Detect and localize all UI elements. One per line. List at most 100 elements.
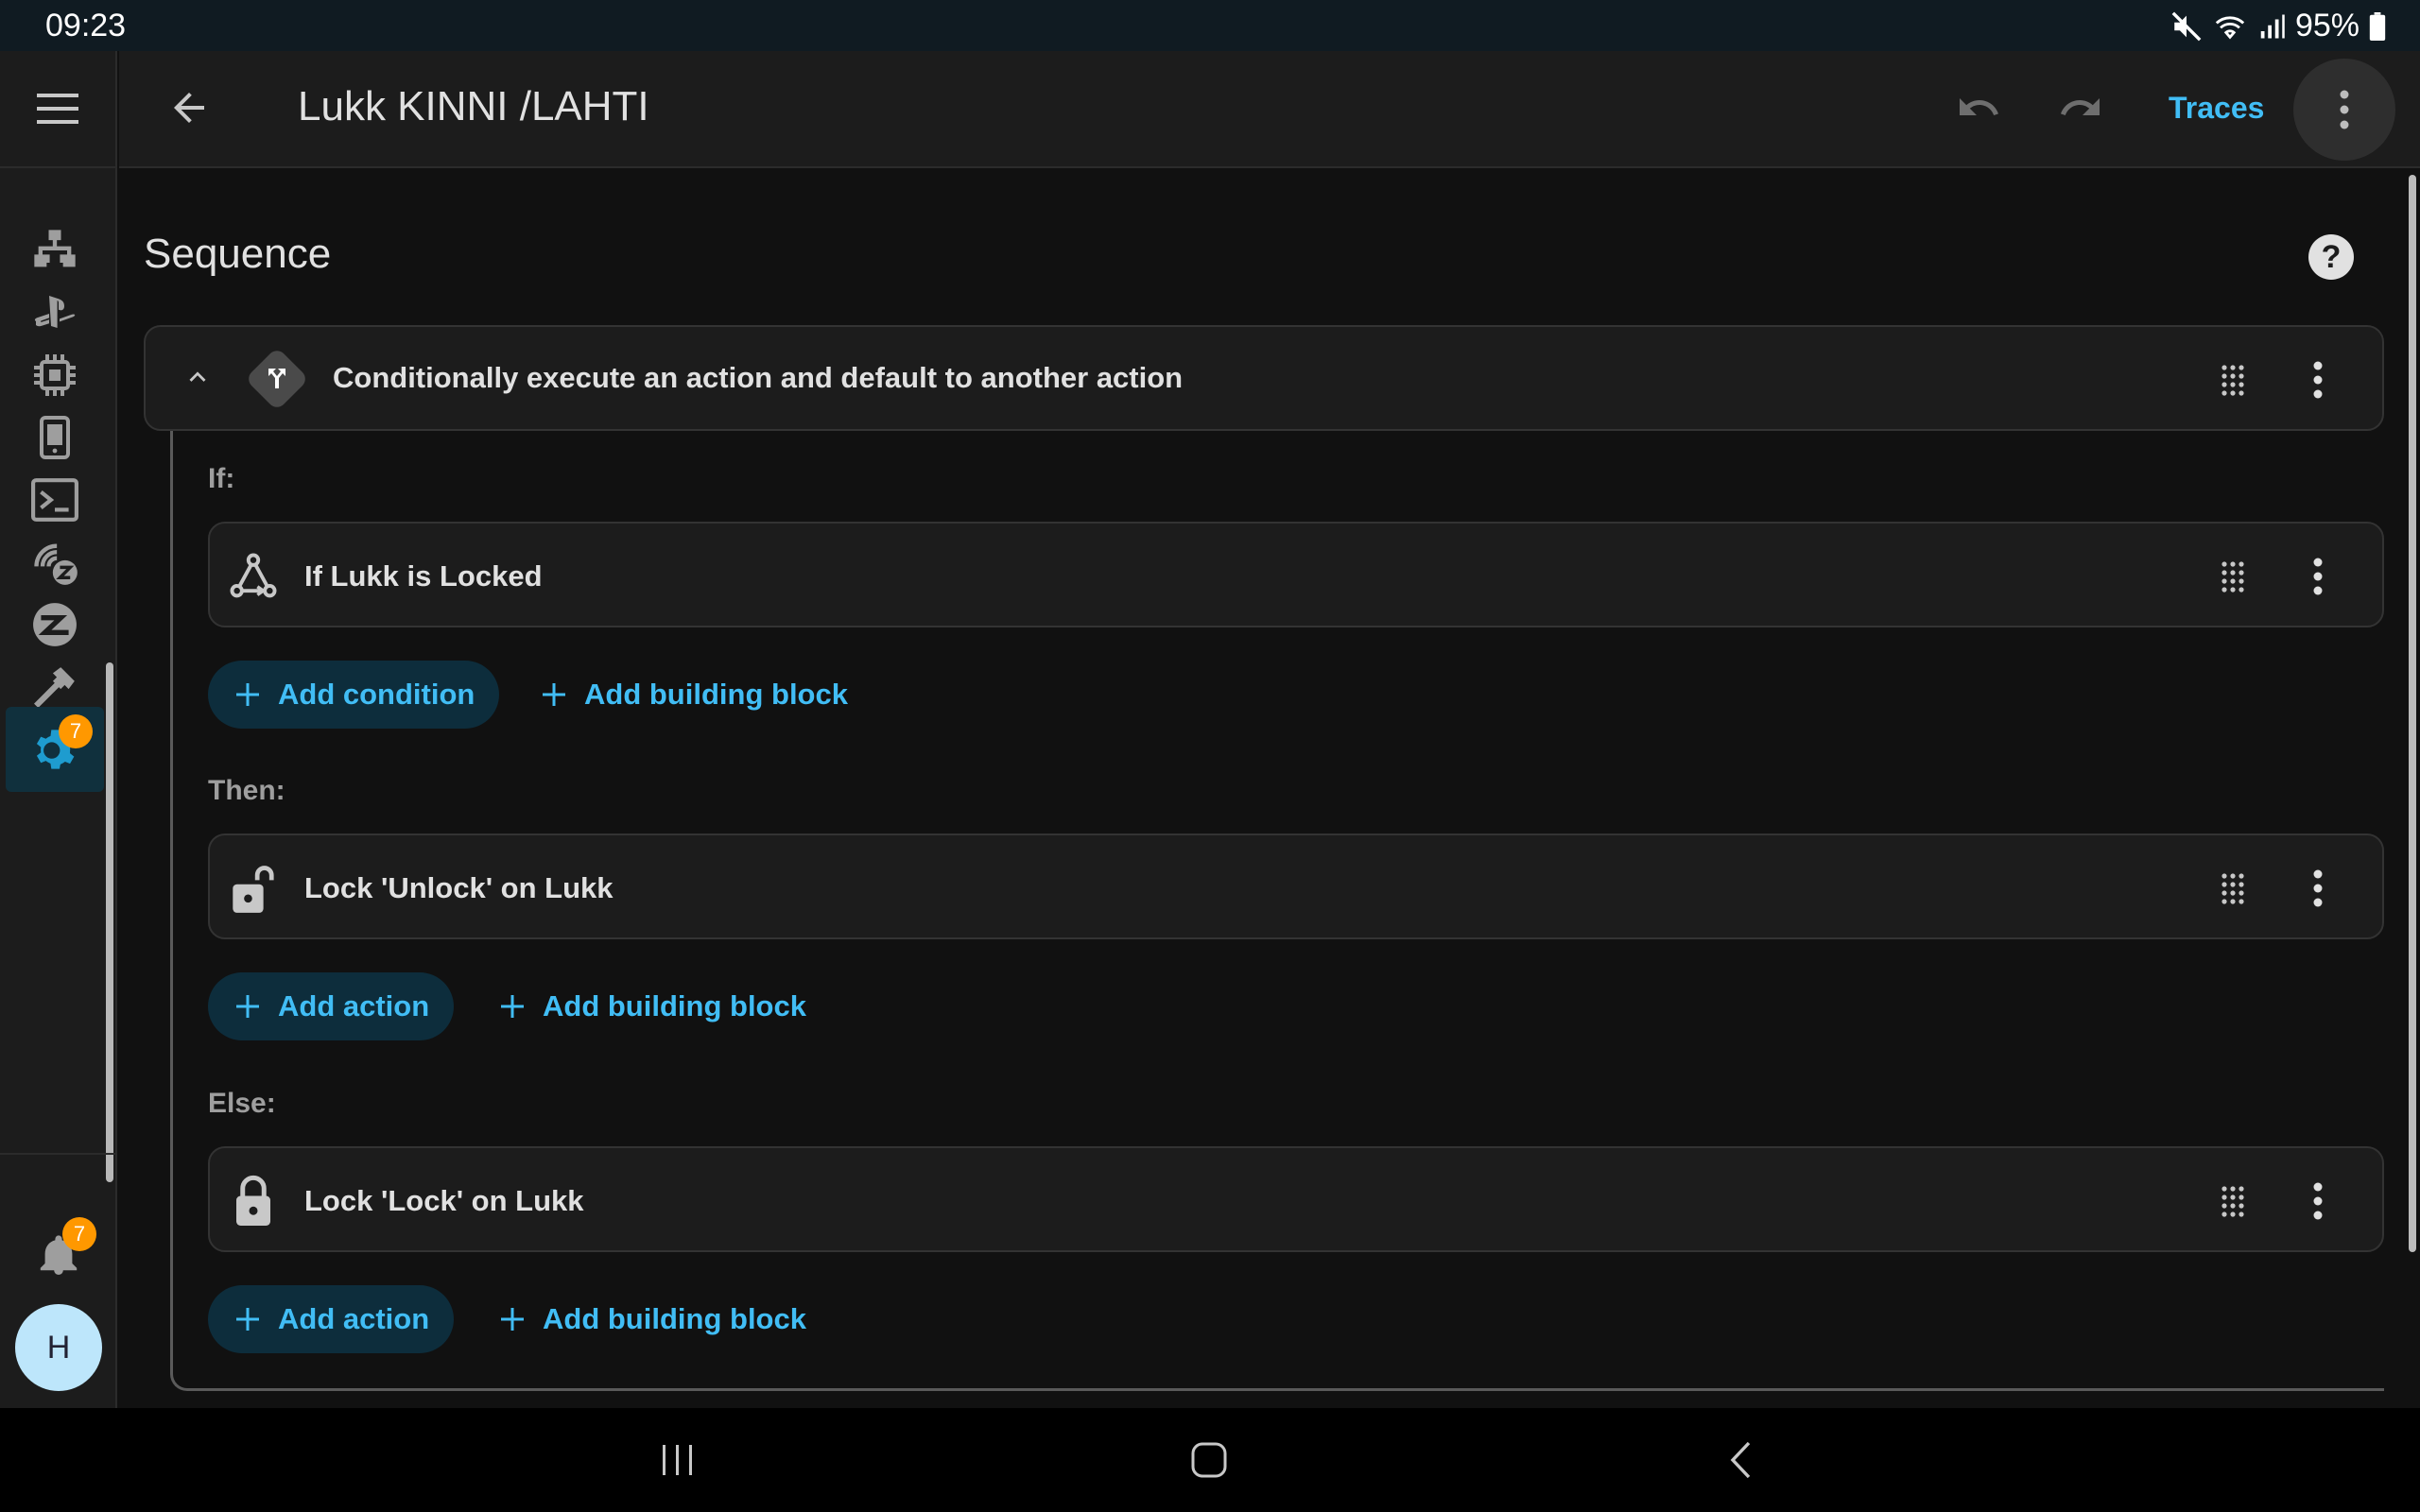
home-button[interactable] — [1176, 1429, 1242, 1491]
collapse-button[interactable] — [182, 361, 214, 398]
lock-icon — [236, 1175, 270, 1226]
action-icon — [231, 862, 280, 919]
terminal-icon — [31, 478, 78, 522]
plus-icon — [236, 995, 259, 1018]
if-label: If: — [208, 463, 235, 494]
overflow-menu-button[interactable] — [2293, 59, 2395, 161]
add-action-button[interactable]: Add action — [208, 972, 455, 1040]
wifi-icon — [2212, 10, 2248, 43]
sidebar-divider — [0, 1153, 117, 1155]
drag-icon — [2221, 365, 2244, 396]
playstation-icon — [34, 296, 76, 328]
section-title: Sequence — [144, 231, 332, 277]
action-label: Lock 'Lock' on Lukk — [304, 1184, 584, 1217]
drag-handle[interactable] — [2212, 1180, 2254, 1222]
menu-button[interactable] — [0, 51, 117, 168]
status-icons: 95% — [2170, 8, 2386, 44]
card-menu-button[interactable] — [2297, 556, 2339, 597]
chevron-up-icon — [189, 371, 206, 382]
add-action-button[interactable]: Add action — [208, 1285, 455, 1353]
card-menu-button[interactable] — [2297, 359, 2339, 401]
undo-button[interactable] — [1953, 85, 2004, 135]
sitemap-icon — [34, 230, 76, 267]
plus-icon — [236, 1308, 259, 1331]
lock-open-icon — [233, 866, 274, 913]
back-chevron-icon — [1730, 1441, 1751, 1479]
drag-handle[interactable] — [2212, 868, 2254, 909]
else-action-card[interactable]: Lock 'Lock' on Lukk — [208, 1146, 2384, 1252]
system-back-button[interactable] — [1707, 1429, 1773, 1491]
tablet-icon — [40, 416, 70, 459]
condition-card[interactable]: If Lukk is Locked — [208, 522, 2384, 627]
plus-icon — [543, 683, 565, 706]
app-bar: Lukk KINNI /LAHTI Traces — [119, 51, 2420, 168]
plus-icon — [236, 683, 259, 706]
arrow-left-icon — [174, 93, 204, 123]
system-nav-bar — [0, 1408, 2420, 1512]
plus-icon — [501, 995, 524, 1018]
hamburger-icon — [37, 94, 78, 124]
notifications-badge: 7 — [62, 1217, 96, 1251]
sidebar-scrollbar[interactable] — [106, 662, 113, 1182]
notifications-button[interactable]: 7 — [15, 1213, 102, 1298]
more-vert-icon — [2340, 90, 2349, 129]
avatar[interactable]: H — [15, 1304, 102, 1391]
drag-icon — [2221, 561, 2244, 593]
page-scrollbar[interactable] — [2409, 175, 2416, 1252]
battery-percent: 95% — [2294, 8, 2360, 43]
home-icon — [1191, 1442, 1227, 1478]
add-action-label: Add action — [278, 989, 430, 1022]
add-building-block-button[interactable]: Add building block — [488, 972, 814, 1040]
choose-action-card[interactable]: Conditionally execute an action and defa… — [144, 325, 2384, 431]
card-menu-button[interactable] — [2297, 868, 2339, 909]
status-bar: 09:23 95% — [0, 0, 2420, 51]
hammer-icon — [33, 667, 75, 709]
sidebar-item-settings[interactable]: 7 — [6, 707, 104, 792]
add-condition-label: Add condition — [278, 678, 475, 711]
state-condition-icon — [230, 553, 277, 598]
action-label: Lock 'Unlock' on Lukk — [304, 871, 614, 904]
choose-block-label: Conditionally execute an action and defa… — [333, 361, 1184, 394]
help-icon[interactable]: ? — [2308, 234, 2354, 280]
choose-block-icon — [240, 342, 314, 421]
more-vert-icon — [2313, 558, 2323, 595]
recents-button[interactable] — [645, 1429, 711, 1491]
more-vert-icon — [2313, 361, 2323, 399]
add-building-block-button[interactable]: Add building block — [529, 661, 856, 729]
zigbee-icon — [33, 603, 77, 646]
undo-icon — [1960, 98, 1998, 115]
drag-handle[interactable] — [2212, 556, 2254, 597]
condition-label: If Lukk is Locked — [304, 559, 543, 593]
redo-button[interactable] — [2055, 85, 2106, 135]
battery-icon — [2369, 11, 2386, 41]
signal-icon — [2257, 12, 2286, 41]
add-building-block-label: Add building block — [584, 678, 848, 711]
page-title: Lukk KINNI /LAHTI — [298, 83, 649, 129]
add-building-block-label: Add building block — [543, 1302, 806, 1335]
redo-icon — [2061, 98, 2100, 115]
condition-icon — [229, 552, 278, 606]
then-action-card[interactable]: Lock 'Unlock' on Lukk — [208, 833, 2384, 939]
status-time: 09:23 — [45, 8, 127, 43]
add-building-block-label: Add building block — [543, 989, 806, 1022]
drag-icon — [2221, 873, 2244, 904]
sidebar: 7 7 H — [0, 51, 117, 1408]
traces-button[interactable]: Traces — [2169, 91, 2264, 126]
add-condition-button[interactable]: Add condition — [208, 661, 500, 729]
more-vert-icon — [2313, 869, 2323, 907]
mute-icon — [2170, 10, 2203, 43]
else-label: Else: — [208, 1088, 276, 1119]
then-label: Then: — [208, 775, 285, 806]
zwave-icon — [34, 543, 78, 585]
add-action-label: Add action — [278, 1302, 430, 1335]
chip-icon — [34, 354, 76, 396]
back-button[interactable] — [166, 85, 212, 135]
recents-icon — [663, 1445, 692, 1475]
settings-badge: 7 — [59, 714, 93, 748]
card-menu-button[interactable] — [2297, 1180, 2339, 1222]
drag-handle[interactable] — [2212, 359, 2254, 401]
more-vert-icon — [2313, 1182, 2323, 1220]
add-building-block-button[interactable]: Add building block — [488, 1285, 814, 1353]
drag-icon — [2221, 1186, 2244, 1217]
action-icon — [233, 1175, 274, 1230]
